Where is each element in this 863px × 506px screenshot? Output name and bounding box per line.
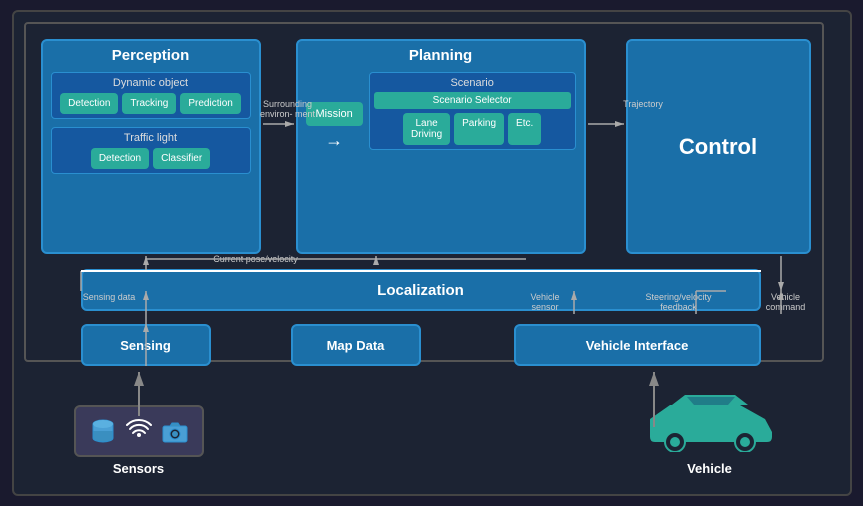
- classifier-box: Classifier: [153, 148, 210, 169]
- vehicle-interface-label: Vehicle Interface: [586, 338, 689, 353]
- surrounding-env-label: Surrounding environ- ment: [258, 99, 318, 119]
- dynamic-object-box: Dynamic object Detection Tracking Predic…: [51, 72, 251, 119]
- detection-box-1: Detection: [60, 93, 118, 114]
- current-pose-label: Current pose/velocity: [206, 254, 306, 264]
- parking-box: Parking: [454, 113, 504, 145]
- map-data-block: Map Data: [291, 324, 421, 366]
- dynamic-object-sub-row: Detection Tracking Prediction: [56, 93, 246, 114]
- sensing-label: Sensing: [120, 338, 171, 353]
- vehicle-sensor-label: Vehicle sensor: [518, 292, 573, 312]
- traffic-light-box: Traffic light Detection Classifier: [51, 127, 251, 174]
- map-data-label: Map Data: [327, 338, 385, 353]
- planning-title: Planning: [298, 41, 584, 68]
- sensors-label: Sensors: [74, 461, 204, 476]
- vehicle-interface-block: Vehicle Interface: [514, 324, 761, 366]
- vehicle-icon-svg: [640, 387, 780, 452]
- perception-title: Perception: [43, 41, 259, 68]
- control-title: Control: [679, 134, 757, 160]
- sensors-icon-box: [74, 405, 204, 457]
- control-block: Control: [626, 39, 811, 254]
- scenario-title: Scenario: [374, 77, 571, 89]
- scenario-block: Scenario Scenario Selector LaneDriving P…: [369, 72, 576, 150]
- lane-driving-box: LaneDriving: [403, 113, 450, 145]
- vehicle-command-label: Vehicle command: [756, 292, 816, 312]
- wifi-icon: [125, 417, 153, 445]
- sensing-block: Sensing: [81, 324, 211, 366]
- main-architecture-box: Perception Dynamic object Detection Trac…: [24, 22, 824, 362]
- etc-box: Etc.: [508, 113, 541, 145]
- sensing-data-label: Sensing data: [82, 292, 137, 302]
- planning-block: Planning Mission → Scenario Scenario Sel…: [296, 39, 586, 254]
- sensors-external: Sensors: [74, 405, 204, 476]
- scenario-sub-row: LaneDriving Parking Etc.: [374, 113, 571, 145]
- diagram-container: Perception Dynamic object Detection Trac…: [12, 10, 852, 496]
- traffic-light-sub-row: Detection Classifier: [56, 148, 246, 169]
- camera-icon: [161, 417, 189, 445]
- localization-title: Localization: [377, 282, 464, 299]
- perception-block: Perception Dynamic object Detection Trac…: [41, 39, 261, 254]
- traffic-light-title: Traffic light: [56, 132, 246, 144]
- prediction-box: Prediction: [180, 93, 240, 114]
- scenario-selector: Scenario Selector: [374, 92, 571, 109]
- trajectory-label: Trajectory: [616, 99, 671, 109]
- database-icon: [89, 417, 117, 445]
- steering-feedback-label: Steering/velocity feedback: [644, 292, 714, 312]
- tracking-box: Tracking: [122, 93, 176, 114]
- vehicle-external: Vehicle: [630, 387, 790, 476]
- dynamic-object-title: Dynamic object: [56, 77, 246, 89]
- vehicle-label: Vehicle: [630, 461, 790, 476]
- detection-box-2: Detection: [91, 148, 149, 169]
